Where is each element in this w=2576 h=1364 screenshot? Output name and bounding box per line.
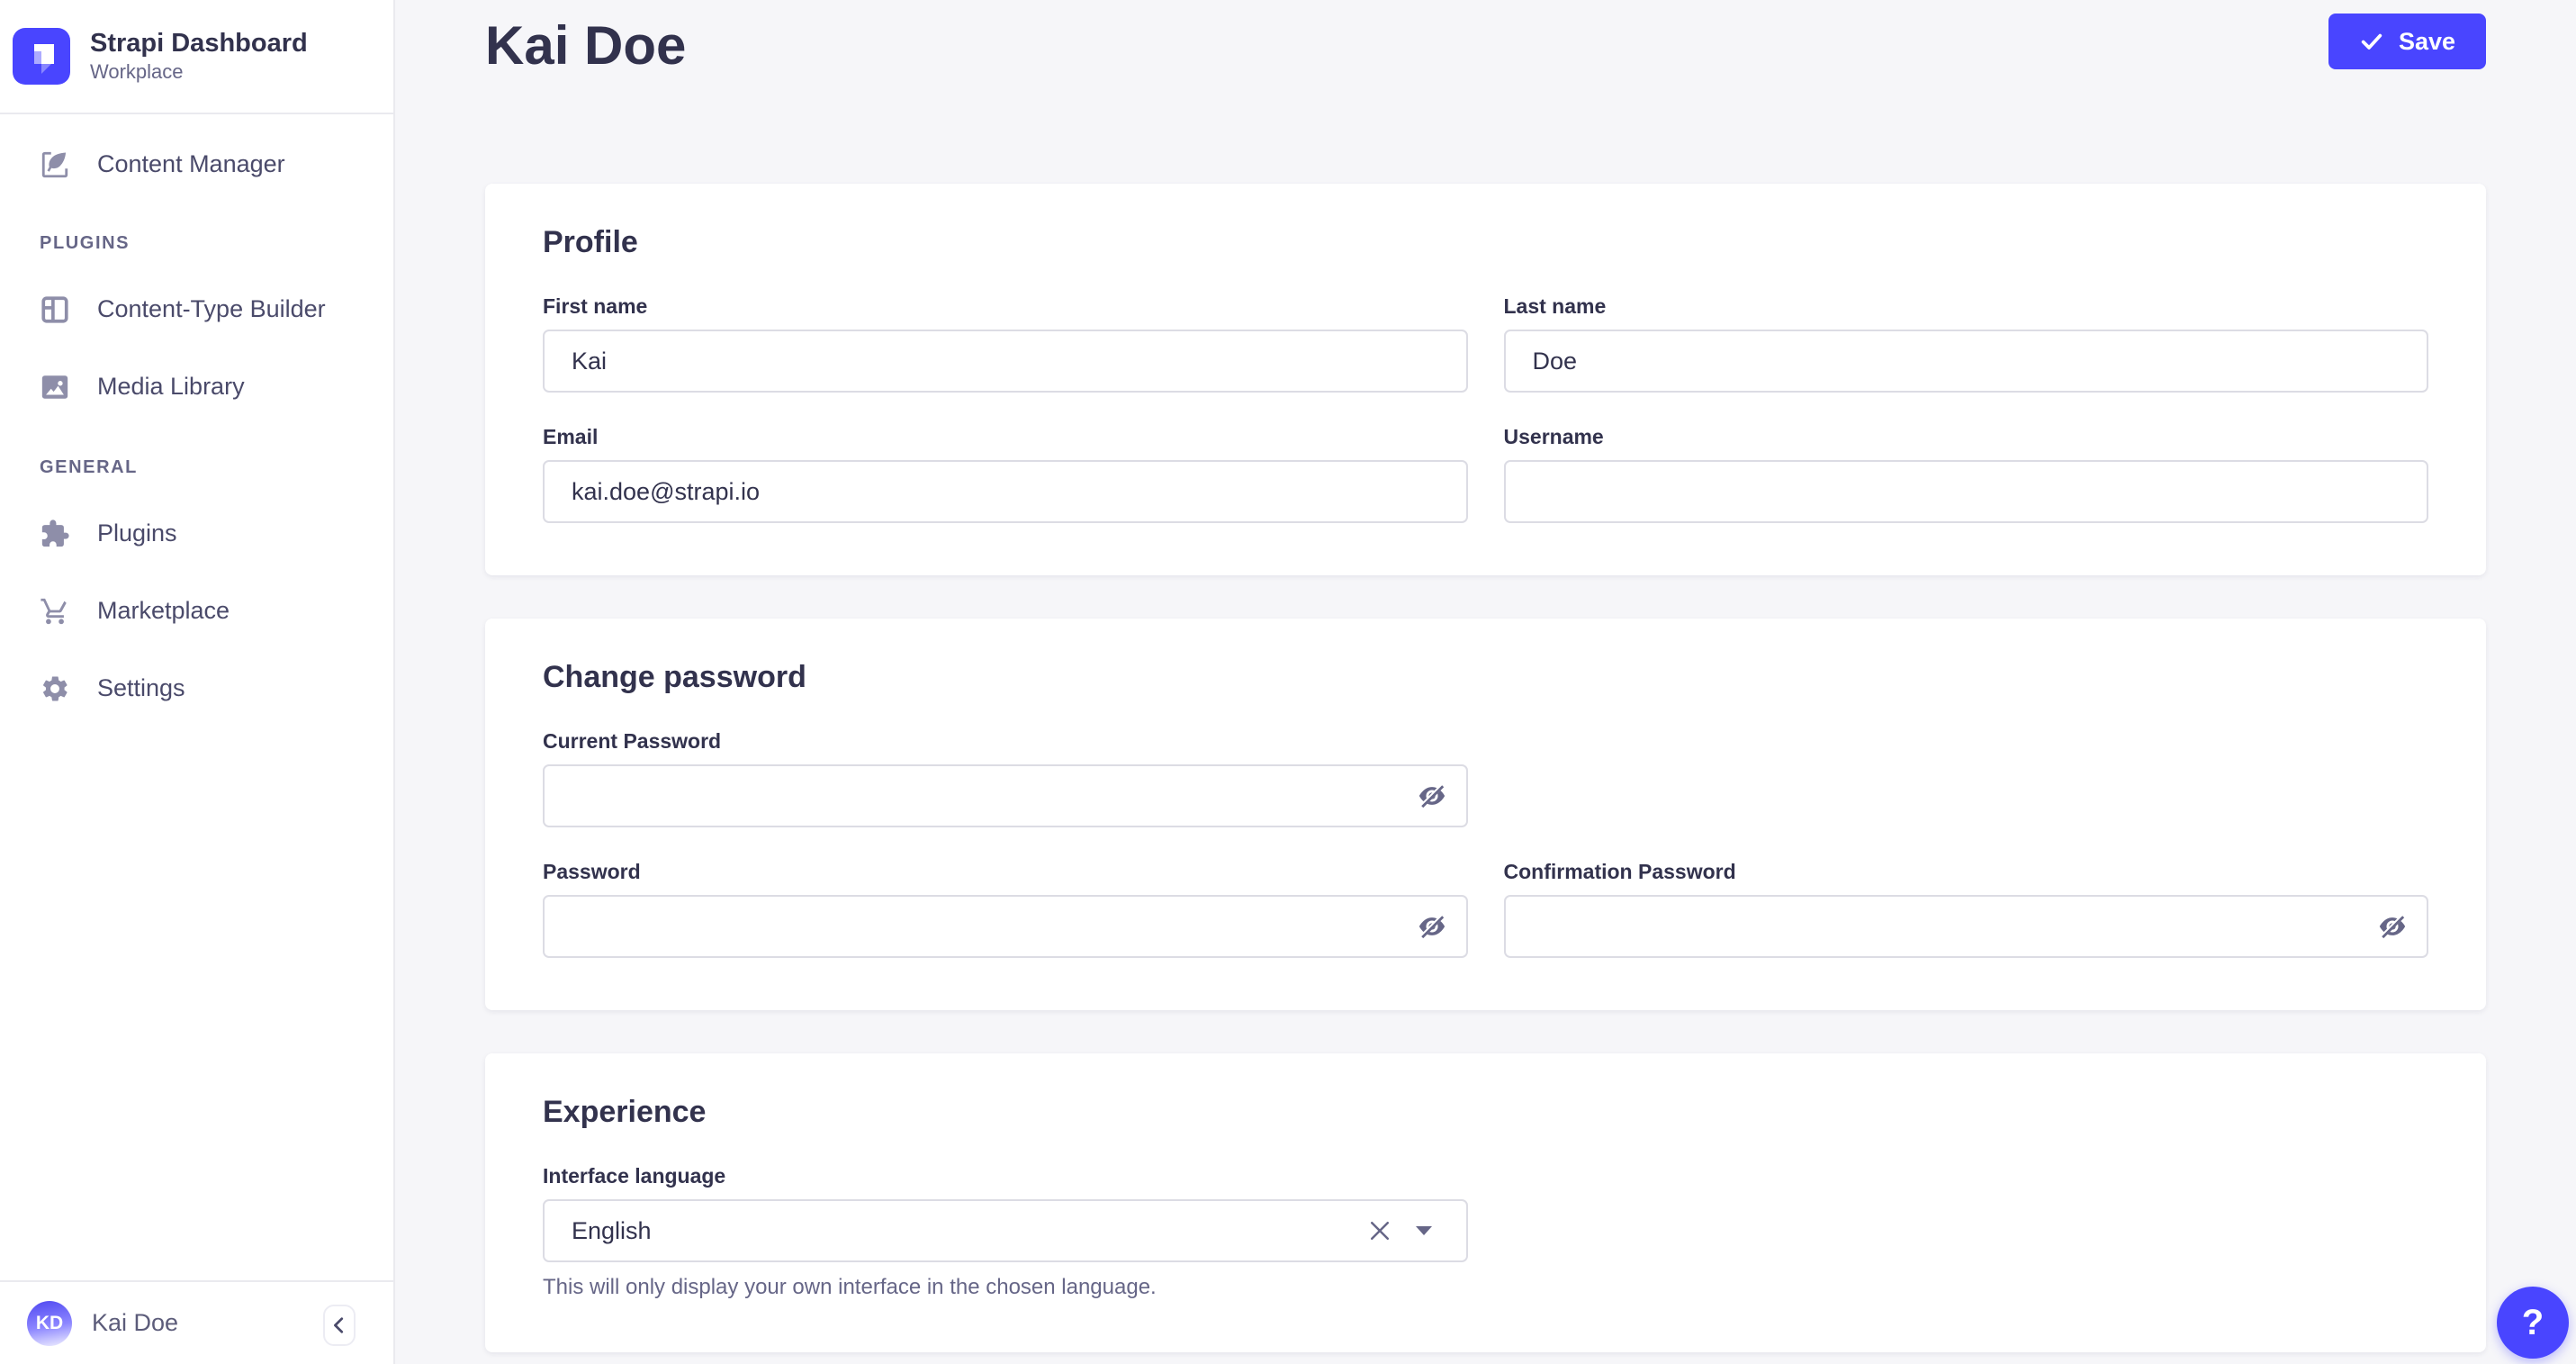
- sidebar: Strapi Dashboard Workplace Content Manag…: [0, 0, 395, 1364]
- app-root: Strapi Dashboard Workplace Content Manag…: [0, 0, 2576, 1364]
- save-button-label: Save: [2399, 28, 2455, 56]
- profile-card: Profile First name Last name Email: [485, 184, 2486, 575]
- current-password-field-group: Current Password: [543, 729, 1468, 827]
- toggle-current-password-visibility-button[interactable]: [1409, 772, 1455, 819]
- username-field-group: Username: [1504, 425, 2429, 523]
- new-password-input[interactable]: [543, 895, 1468, 958]
- open-language-dropdown-button[interactable]: [1409, 1211, 1439, 1251]
- sidebar-item-label: Plugins: [97, 519, 177, 547]
- sidebar-item-label: Settings: [97, 674, 185, 702]
- first-name-field-group: First name: [543, 294, 1468, 393]
- last-name-input[interactable]: [1504, 330, 2429, 393]
- workspace-subtitle: Workplace: [90, 59, 308, 86]
- layout-icon: [40, 294, 70, 325]
- eye-off-icon: [1417, 781, 1447, 811]
- feather-pen-icon: [40, 149, 70, 180]
- profile-card-title: Profile: [543, 225, 2428, 260]
- question-mark-icon: ?: [2522, 1303, 2544, 1343]
- strapi-logo-icon: [13, 28, 70, 85]
- experience-card: Experience Interface language English: [485, 1053, 2486, 1352]
- image-icon: [40, 372, 70, 402]
- gear-icon: [40, 673, 70, 704]
- eye-off-icon: [1417, 911, 1447, 942]
- sidebar-section-plugins: PLUGINS: [20, 233, 374, 254]
- interface-language-value: English: [572, 1217, 1360, 1245]
- workspace-titles: Strapi Dashboard Workplace: [90, 27, 308, 86]
- sidebar-item-label: Content Manager: [97, 150, 285, 178]
- last-name-field-group: Last name: [1504, 294, 2429, 393]
- sidebar-item-label: Marketplace: [97, 597, 230, 625]
- sidebar-item-label: Content-Type Builder: [97, 295, 326, 323]
- save-button[interactable]: Save: [2328, 14, 2486, 69]
- sidebar-item-content-type-builder[interactable]: Content-Type Builder: [20, 286, 374, 333]
- new-password-label: Password: [543, 860, 1468, 884]
- email-input[interactable]: [543, 460, 1468, 523]
- last-name-label: Last name: [1504, 294, 2429, 319]
- confirm-password-field-group: Confirmation Password: [1504, 860, 2429, 958]
- sidebar-item-content-manager[interactable]: Content Manager: [20, 141, 374, 188]
- page-header: Kai Doe Save: [485, 0, 2486, 184]
- change-password-card: Change password Current Password: [485, 619, 2486, 1010]
- username-input[interactable]: [1504, 460, 2429, 523]
- current-password-label: Current Password: [543, 729, 1468, 754]
- confirm-password-label: Confirmation Password: [1504, 860, 2429, 884]
- toggle-new-password-visibility-button[interactable]: [1409, 903, 1455, 950]
- clear-language-button[interactable]: [1360, 1211, 1400, 1251]
- close-icon: [1366, 1217, 1393, 1244]
- help-button[interactable]: ?: [2497, 1287, 2569, 1359]
- main-content: Kai Doe Save Profile First name: [395, 0, 2576, 1364]
- new-password-field-group: Password: [543, 860, 1468, 958]
- sidebar-nav: Content Manager PLUGINS Content-Type Bui…: [0, 114, 393, 1280]
- interface-language-field-group: Interface language English: [543, 1164, 1468, 1300]
- interface-language-select[interactable]: English: [543, 1199, 1468, 1262]
- cart-icon: [40, 596, 70, 627]
- chevron-left-icon: [329, 1315, 349, 1335]
- user-name: Kai Doe: [92, 1309, 178, 1337]
- first-name-input[interactable]: [543, 330, 1468, 393]
- current-password-input[interactable]: [543, 764, 1468, 827]
- email-label: Email: [543, 425, 1468, 449]
- sidebar-item-settings[interactable]: Settings: [20, 665, 374, 712]
- sidebar-section-general: GENERAL: [20, 457, 374, 478]
- first-name-label: First name: [543, 294, 1468, 319]
- sidebar-collapse-button[interactable]: [323, 1305, 356, 1346]
- workspace-title: Strapi Dashboard: [90, 27, 308, 59]
- confirm-password-input[interactable]: [1504, 895, 2429, 958]
- chevron-down-icon: [1415, 1225, 1433, 1236]
- interface-language-helper-text: This will only display your own interfac…: [543, 1275, 1468, 1300]
- check-icon: [2359, 29, 2384, 54]
- change-password-card-title: Change password: [543, 660, 2428, 695]
- page-title: Kai Doe: [485, 11, 686, 77]
- eye-off-icon: [2377, 911, 2408, 942]
- puzzle-icon: [40, 519, 70, 549]
- experience-card-title: Experience: [543, 1095, 2428, 1130]
- sidebar-item-plugins[interactable]: Plugins: [20, 510, 374, 557]
- sidebar-item-label: Media Library: [97, 373, 245, 401]
- interface-language-label: Interface language: [543, 1164, 1468, 1188]
- email-field-group: Email: [543, 425, 1468, 523]
- avatar: KD: [27, 1301, 72, 1346]
- username-label: Username: [1504, 425, 2429, 449]
- workspace-header[interactable]: Strapi Dashboard Workplace: [0, 0, 393, 114]
- toggle-confirm-password-visibility-button[interactable]: [2369, 903, 2416, 950]
- sidebar-item-media-library[interactable]: Media Library: [20, 364, 374, 411]
- sidebar-item-marketplace[interactable]: Marketplace: [20, 588, 374, 635]
